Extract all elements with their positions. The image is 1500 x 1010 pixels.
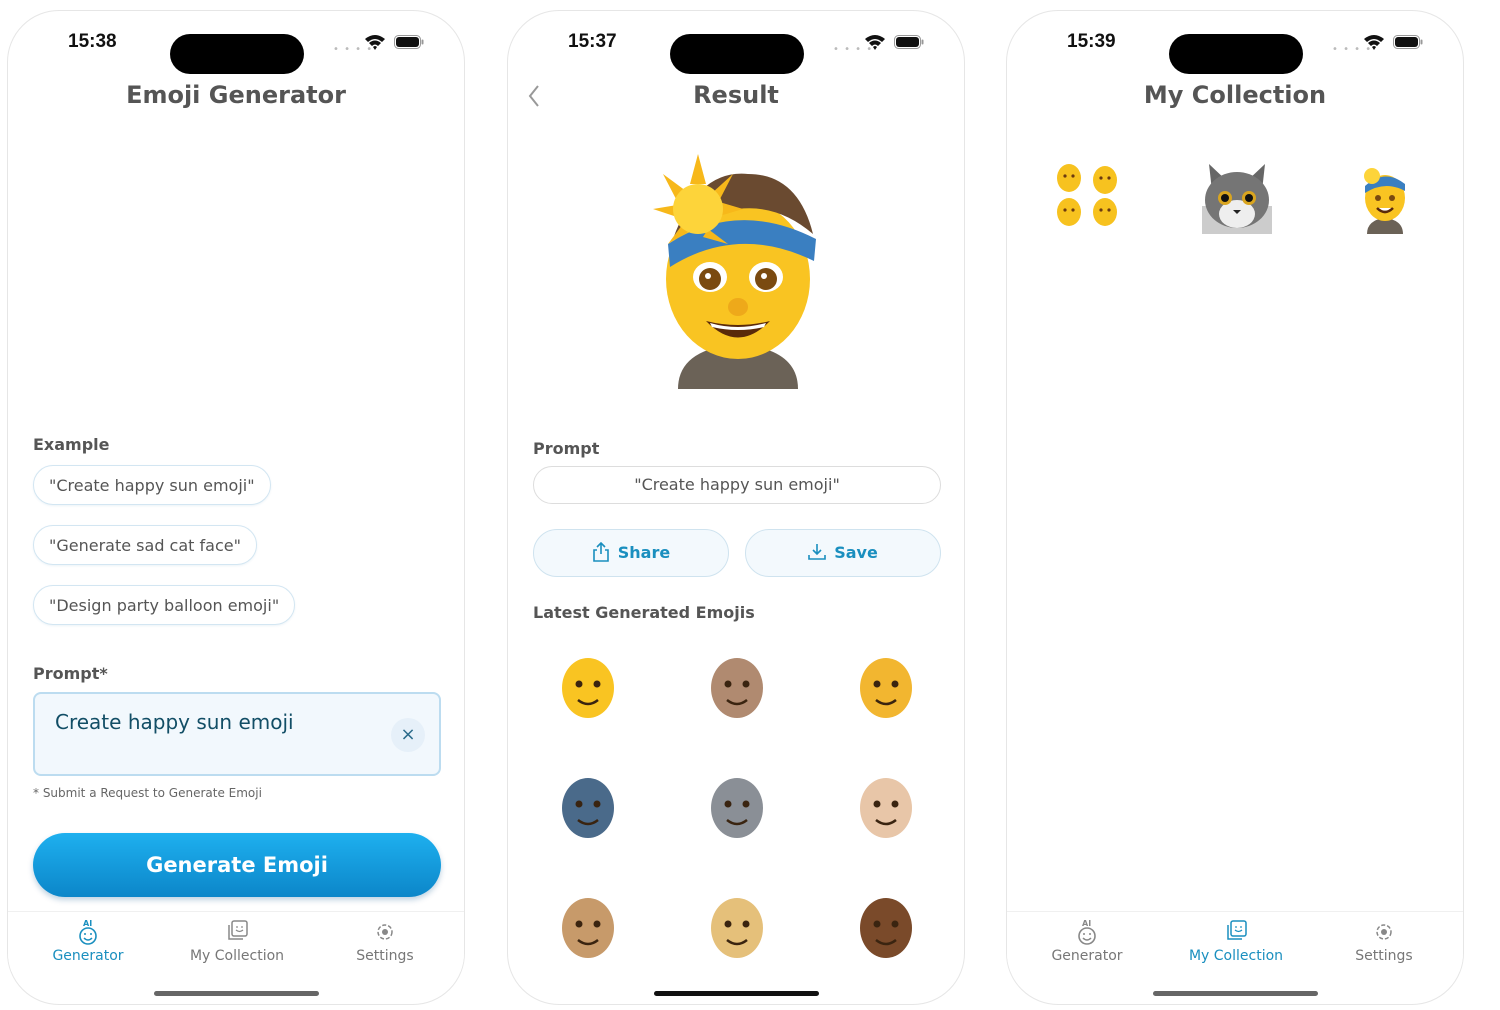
tab-settings[interactable]: Settings	[315, 918, 455, 964]
result-screen: 15:37 • • • • Result Prompt "Create happ…	[507, 10, 965, 1005]
share-button[interactable]: Share	[533, 529, 729, 577]
tab-bar: AI Generator My Collection Settings	[1007, 911, 1463, 972]
download-icon	[808, 543, 826, 560]
wifi-icon	[365, 35, 385, 50]
latest-emoji-item[interactable]	[543, 883, 633, 973]
collection-item-sun-boy[interactable]	[1340, 151, 1430, 241]
emoji-thumbnail	[860, 778, 912, 838]
emoji-thumbnail	[711, 778, 763, 838]
gear-icon	[1376, 924, 1392, 940]
prompt-display: "Create happy sun emoji"	[533, 466, 941, 504]
tab-settings[interactable]: Settings	[1314, 918, 1454, 964]
battery-icon	[394, 35, 424, 49]
latest-emoji-item[interactable]	[692, 643, 782, 733]
dynamic-island	[1169, 34, 1303, 74]
save-button[interactable]: Save	[745, 529, 941, 577]
emoji-thumbnail	[562, 898, 614, 958]
prompt-label: Prompt	[533, 439, 600, 458]
latest-emoji-item[interactable]	[841, 643, 931, 733]
collection-item-balloons[interactable]	[1042, 151, 1132, 241]
save-label: Save	[834, 543, 878, 562]
collection-screen: 15:39 • • • • My Collection AI Generator…	[1006, 10, 1464, 1005]
prompt-hint: * Submit a Request to Generate Emoji	[33, 786, 262, 800]
latest-emoji-item[interactable]	[543, 763, 633, 853]
sun-boy-image	[1364, 168, 1405, 234]
status-time: 15:37	[568, 31, 617, 52]
example-chip-1[interactable]: "Create happy sun emoji"	[33, 465, 271, 505]
generate-emoji-button[interactable]: Generate Emoji	[33, 833, 441, 897]
emoji-thumbnail	[711, 898, 763, 958]
example-chip-2[interactable]: "Generate sad cat face"	[33, 525, 257, 565]
example-chip-3[interactable]: "Design party balloon emoji"	[33, 585, 296, 625]
tab-label: Generator	[1051, 948, 1123, 964]
tab-label: Settings	[1355, 948, 1413, 964]
battery-icon	[894, 35, 924, 49]
dynamic-island	[170, 34, 304, 74]
wifi-icon	[865, 35, 885, 50]
generator-screen: 15:38 • • • • Emoji Generator Example "C…	[7, 10, 465, 1005]
prompt-label: Prompt*	[33, 664, 108, 683]
svg-text:AI: AI	[1082, 919, 1091, 928]
ai-smiley-icon: AI	[79, 919, 97, 945]
emoji-thumbnail	[860, 898, 912, 958]
latest-emoji-item[interactable]	[692, 763, 782, 853]
tab-label: My Collection	[189, 948, 285, 964]
status-bar: 15:38 • • • •	[8, 23, 464, 74]
emoji-thumbnail	[562, 658, 614, 718]
tab-generator[interactable]: AI Generator	[1017, 918, 1157, 964]
emoji-thumbnail	[562, 778, 614, 838]
balloon-faces-image	[1057, 164, 1117, 226]
emoji-thumbnail	[711, 658, 763, 718]
prompt-input-value[interactable]: Create happy sun emoji	[55, 710, 294, 734]
status-time: 15:38	[68, 31, 117, 52]
latest-emoji-item[interactable]	[841, 763, 931, 853]
result-emoji-image	[653, 154, 816, 389]
prompt-input[interactable]: Create happy sun emoji ×	[33, 692, 441, 776]
home-indicator	[654, 991, 819, 996]
page-title: Result	[693, 81, 779, 109]
status-time: 15:39	[1067, 31, 1116, 52]
emoji-thumbnail	[860, 658, 912, 718]
tab-my-collection[interactable]: My Collection	[167, 918, 307, 964]
home-indicator	[154, 991, 319, 996]
collection-item-cat[interactable]	[1192, 151, 1282, 241]
page-title: Emoji Generator	[126, 81, 346, 109]
dynamic-island	[670, 34, 804, 74]
latest-emoji-item[interactable]	[692, 883, 782, 973]
share-icon	[592, 541, 609, 562]
latest-label: Latest Generated Emojis	[533, 603, 755, 622]
status-bar: 15:37 • • • •	[508, 23, 964, 74]
cat-face-image	[1202, 164, 1272, 234]
gear-icon	[377, 924, 393, 940]
ai-smiley-icon: AI	[1078, 919, 1096, 945]
example-label: Example	[33, 435, 110, 454]
latest-emoji-item[interactable]	[543, 643, 633, 733]
status-bar: 15:39 • • • •	[1007, 23, 1463, 74]
collection-icon	[1227, 920, 1247, 940]
tab-generator[interactable]: AI Generator	[18, 918, 158, 964]
battery-icon	[1393, 35, 1423, 49]
collection-icon	[228, 920, 248, 940]
home-indicator	[1153, 991, 1318, 996]
wifi-icon	[1364, 35, 1384, 50]
latest-emoji-item[interactable]	[841, 883, 931, 973]
svg-text:AI: AI	[83, 919, 92, 928]
tab-my-collection[interactable]: My Collection	[1166, 918, 1306, 964]
tab-label: Generator	[52, 948, 124, 964]
page-title: My Collection	[1143, 81, 1327, 109]
clear-icon[interactable]: ×	[391, 718, 425, 752]
tab-label: Settings	[356, 948, 414, 964]
share-label: Share	[617, 543, 671, 562]
tab-label: My Collection	[1188, 948, 1284, 964]
tab-bar: AI Generator My Collection Settings	[8, 911, 464, 972]
